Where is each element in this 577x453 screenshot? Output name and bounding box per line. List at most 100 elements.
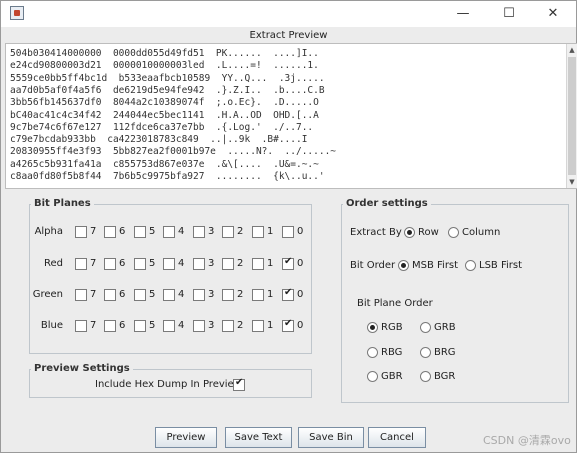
alpha-bit-2-checkbox[interactable] bbox=[222, 226, 234, 238]
red-bit-2-checkbox[interactable] bbox=[222, 258, 234, 270]
red-bit-5-checkbox[interactable] bbox=[134, 258, 146, 270]
bit-number-label: 2 bbox=[237, 289, 244, 300]
maximize-button[interactable]: ☐ bbox=[495, 3, 523, 25]
green-bit-7-checkbox[interactable] bbox=[75, 289, 87, 301]
hex-preview-area[interactable]: 504b030414000000 0000dd055d49fd51 PK....… bbox=[5, 43, 577, 189]
red-bit-1-checkbox[interactable] bbox=[252, 258, 264, 270]
hex-line: 9c7be74c6f67e127 112fdce6ca37e7bb .{.Log… bbox=[10, 121, 314, 133]
window-title: Extract Preview bbox=[249, 30, 328, 41]
save-text-button[interactable]: Save Text bbox=[225, 427, 292, 448]
blue-bit-2-checkbox[interactable] bbox=[222, 320, 234, 332]
bit-number-label: 0 bbox=[297, 226, 304, 237]
hex-line: a4265c5b931fa41a c855753d867e037e .&\[..… bbox=[10, 158, 319, 170]
alpha-bit-1-checkbox[interactable] bbox=[252, 226, 264, 238]
bit-planes-title: Bit Planes bbox=[31, 198, 94, 209]
bit-number-label: 6 bbox=[119, 258, 126, 269]
alpha-bit-3-checkbox[interactable] bbox=[193, 226, 205, 238]
alpha-bit-0-checkbox[interactable] bbox=[282, 226, 294, 238]
cancel-button[interactable]: Cancel bbox=[368, 427, 426, 448]
bit-plane-order-label: Bit Plane Order bbox=[357, 298, 433, 309]
green-bit-1-checkbox[interactable] bbox=[252, 289, 264, 301]
bit-number-label: 3 bbox=[208, 226, 215, 237]
bit-number-label: 6 bbox=[119, 289, 126, 300]
hex-line: aa7d0b5af0f4a5f6 de6219d5e94fe942 .}.Z.I… bbox=[10, 84, 325, 96]
bit-number-label: 2 bbox=[237, 226, 244, 237]
green-bit-4-checkbox[interactable] bbox=[163, 289, 175, 301]
plane-order-grb-radio[interactable] bbox=[420, 322, 431, 333]
bit-number-label: 1 bbox=[267, 320, 274, 331]
preview-button[interactable]: Preview bbox=[155, 427, 217, 448]
bit-number-label: 0 bbox=[297, 320, 304, 331]
blue-bit-0-checkbox[interactable] bbox=[282, 318, 294, 332]
save-bin-button[interactable]: Save Bin bbox=[298, 427, 364, 448]
plane-order-rbg-label: RBG bbox=[381, 347, 403, 358]
extract-by-row-label: Row bbox=[418, 227, 439, 238]
hex-line: 20830955ff4e3f93 5bb827ea2f0001b97e ....… bbox=[10, 146, 337, 158]
alpha-bit-7-checkbox[interactable] bbox=[75, 226, 87, 238]
bit-number-label: 7 bbox=[90, 320, 97, 331]
plane-order-bgr-label: BGR bbox=[434, 371, 456, 382]
red-bit-7-checkbox[interactable] bbox=[75, 258, 87, 270]
bit-number-label: 7 bbox=[90, 226, 97, 237]
bit-number-label: 5 bbox=[149, 226, 156, 237]
msb-first-radio[interactable] bbox=[398, 260, 409, 271]
green-bit-2-checkbox[interactable] bbox=[222, 289, 234, 301]
close-button[interactable]: ✕ bbox=[539, 3, 567, 25]
bit-plane-label-red: Red bbox=[44, 258, 63, 269]
bit-number-label: 7 bbox=[90, 258, 97, 269]
bit-number-label: 0 bbox=[297, 289, 304, 300]
hex-dump-checkbox[interactable] bbox=[233, 377, 245, 391]
blue-bit-4-checkbox[interactable] bbox=[163, 320, 175, 332]
red-bit-3-checkbox[interactable] bbox=[193, 258, 205, 270]
plane-order-bgr-radio[interactable] bbox=[420, 371, 431, 382]
order-settings-title: Order settings bbox=[343, 198, 431, 209]
bit-number-label: 3 bbox=[208, 258, 215, 269]
hex-line: 504b030414000000 0000dd055d49fd51 PK....… bbox=[10, 48, 319, 59]
bit-number-label: 1 bbox=[267, 226, 274, 237]
scroll-up-arrow-icon[interactable]: ▲ bbox=[567, 44, 577, 56]
blue-bit-7-checkbox[interactable] bbox=[75, 320, 87, 332]
minimize-button[interactable]: — bbox=[449, 3, 477, 25]
plane-order-rgb-label: RGB bbox=[381, 322, 403, 333]
plane-order-rbg-radio[interactable] bbox=[367, 347, 378, 358]
green-bit-5-checkbox[interactable] bbox=[134, 289, 146, 301]
red-bit-0-checkbox[interactable] bbox=[282, 256, 294, 270]
red-bit-6-checkbox[interactable] bbox=[104, 258, 116, 270]
vertical-scrollbar[interactable]: ▲ ▼ bbox=[566, 44, 577, 188]
alpha-bit-5-checkbox[interactable] bbox=[134, 226, 146, 238]
plane-order-gbr-radio[interactable] bbox=[367, 371, 378, 382]
bit-number-label: 5 bbox=[149, 289, 156, 300]
bit-number-label: 5 bbox=[149, 258, 156, 269]
lsb-first-radio[interactable] bbox=[465, 260, 476, 271]
bit-number-label: 0 bbox=[297, 258, 304, 269]
bit-number-label: 5 bbox=[149, 320, 156, 331]
green-bit-6-checkbox[interactable] bbox=[104, 289, 116, 301]
java-app-icon bbox=[10, 6, 24, 20]
plane-order-rgb-radio[interactable] bbox=[367, 322, 378, 333]
extract-by-column-radio[interactable] bbox=[448, 227, 459, 238]
bit-number-label: 2 bbox=[237, 258, 244, 269]
bit-number-label: 6 bbox=[119, 226, 126, 237]
bit-plane-label-alpha: Alpha bbox=[34, 226, 63, 237]
title-bar: — ☐ ✕ bbox=[1, 1, 576, 27]
extract-by-row-radio[interactable] bbox=[404, 227, 415, 238]
bit-number-label: 2 bbox=[237, 320, 244, 331]
blue-bit-3-checkbox[interactable] bbox=[193, 320, 205, 332]
hex-line: bC40ac41c4c34f42 244044ec5bec1141 .H.A..… bbox=[10, 109, 319, 121]
green-bit-3-checkbox[interactable] bbox=[193, 289, 205, 301]
green-bit-0-checkbox[interactable] bbox=[282, 287, 294, 301]
scroll-thumb[interactable] bbox=[568, 57, 576, 175]
plane-order-gbr-label: GBR bbox=[381, 371, 403, 382]
blue-bit-6-checkbox[interactable] bbox=[104, 320, 116, 332]
bit-number-label: 7 bbox=[90, 289, 97, 300]
bit-order-label: Bit Order bbox=[350, 260, 396, 271]
alpha-bit-4-checkbox[interactable] bbox=[163, 226, 175, 238]
blue-bit-1-checkbox[interactable] bbox=[252, 320, 264, 332]
bit-number-label: 4 bbox=[178, 320, 185, 331]
red-bit-4-checkbox[interactable] bbox=[163, 258, 175, 270]
bit-number-label: 1 bbox=[267, 258, 274, 269]
plane-order-brg-radio[interactable] bbox=[420, 347, 431, 358]
blue-bit-5-checkbox[interactable] bbox=[134, 320, 146, 332]
scroll-down-arrow-icon[interactable]: ▼ bbox=[567, 176, 577, 188]
alpha-bit-6-checkbox[interactable] bbox=[104, 226, 116, 238]
